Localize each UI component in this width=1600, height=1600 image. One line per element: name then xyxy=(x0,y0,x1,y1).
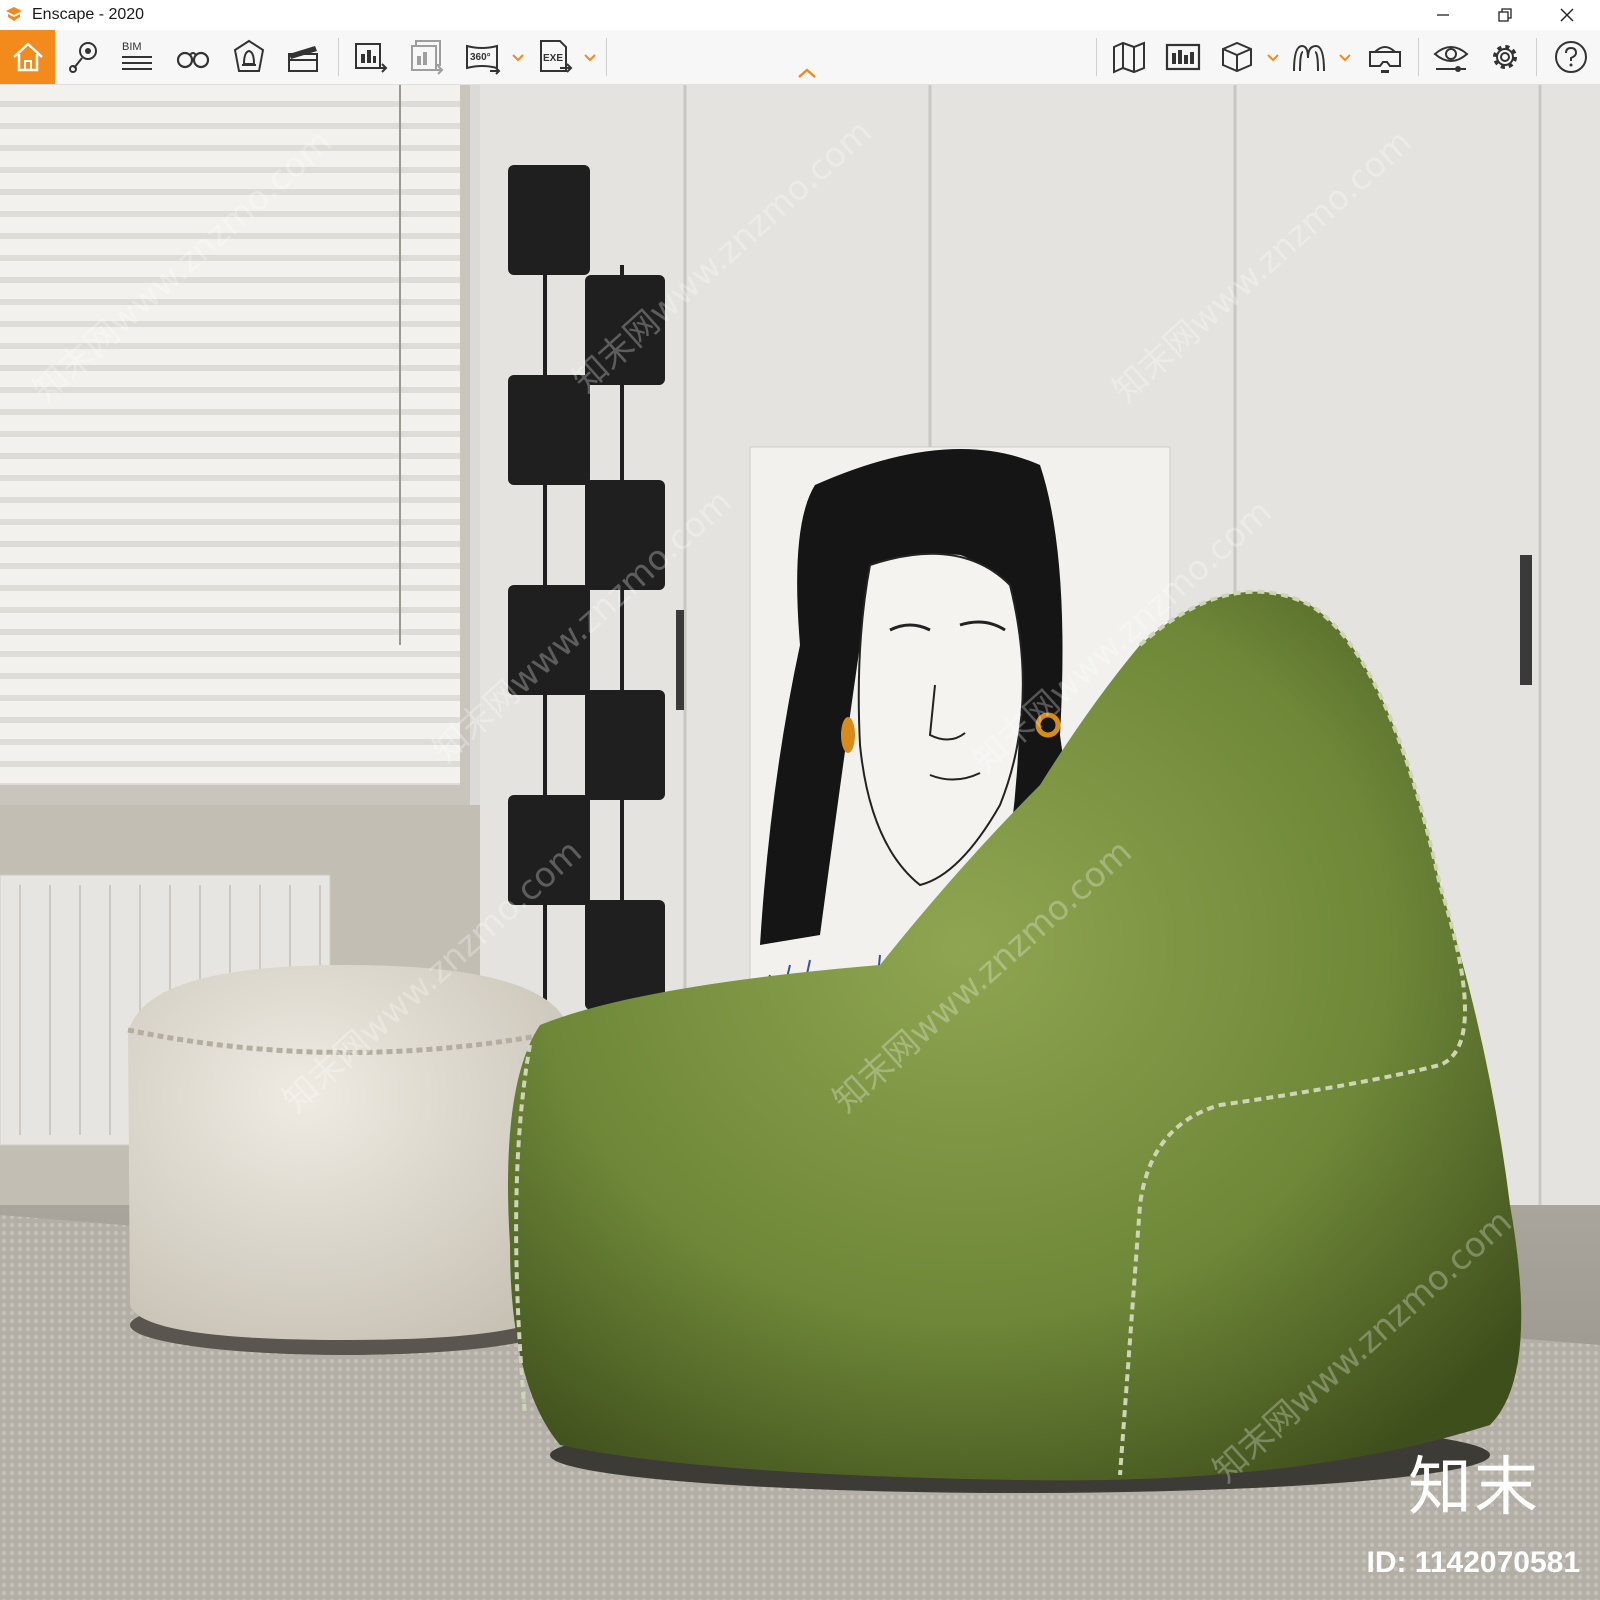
toolbar: BIM 360° EXE xyxy=(0,30,1600,85)
bim-button[interactable]: BIM xyxy=(114,34,160,80)
toolbar-separator xyxy=(338,38,339,76)
window-title: Enscape - 2020 xyxy=(32,6,145,23)
map-pin-icon xyxy=(69,42,97,73)
chevron-down-icon[interactable] xyxy=(1338,50,1352,64)
asset-library-icon xyxy=(1165,43,1201,71)
brand-watermark: 知末 xyxy=(1408,1451,1540,1525)
map-icon xyxy=(1113,41,1145,74)
look-around-button[interactable] xyxy=(170,34,216,80)
title-bar: Enscape - 2020 xyxy=(0,0,1600,30)
minimize-icon xyxy=(1437,14,1449,16)
image-id-label: ID: 1142070581 xyxy=(1366,1546,1580,1579)
svg-text:BIM: BIM xyxy=(122,41,142,53)
help-icon xyxy=(1555,41,1587,73)
material-editor-button[interactable] xyxy=(1214,34,1260,80)
gear-icon xyxy=(1493,45,1517,69)
views-button[interactable] xyxy=(60,34,106,80)
chevron-down-icon[interactable] xyxy=(1266,50,1280,64)
vr-headset-button[interactable] xyxy=(1362,34,1408,80)
close-icon xyxy=(1560,8,1574,22)
sketch-mode-button[interactable] xyxy=(1286,34,1332,80)
toolbar-separator xyxy=(606,38,607,76)
toolbar-separator xyxy=(1536,38,1537,76)
minimize-button[interactable] xyxy=(1418,0,1468,30)
help-button[interactable] xyxy=(1548,34,1594,80)
toolbar-separator xyxy=(1096,38,1097,76)
asset-library-button[interactable] xyxy=(1160,34,1206,80)
visual-settings-button[interactable] xyxy=(1428,34,1474,80)
toolbar-separator xyxy=(1418,38,1419,76)
svg-text:360°: 360° xyxy=(470,52,491,63)
eye-settings-icon xyxy=(1433,46,1469,72)
close-button[interactable] xyxy=(1542,0,1592,30)
home-button[interactable] xyxy=(0,30,55,84)
clapperboard-icon xyxy=(288,46,318,72)
chevron-up-icon[interactable] xyxy=(796,66,818,80)
batch-render-button[interactable] xyxy=(404,34,450,80)
panorama-icon: 360° xyxy=(466,44,501,75)
minimap-button[interactable] xyxy=(1106,34,1152,80)
general-settings-button[interactable] xyxy=(1482,34,1528,80)
render-export-icon xyxy=(355,43,388,73)
video-editor-button[interactable] xyxy=(280,34,326,80)
restore-button[interactable] xyxy=(1480,0,1530,30)
home-icon xyxy=(12,42,43,72)
export-button[interactable]: EXE xyxy=(532,34,578,80)
vr-headset-icon xyxy=(1369,46,1401,73)
bim-icon: BIM xyxy=(122,41,152,70)
render-viewport[interactable]: 知末网www.znzmo.com 知末网www.znzmo.com 知末网www… xyxy=(0,85,1600,1600)
chevron-down-icon[interactable] xyxy=(583,50,597,64)
batch-render-icon xyxy=(411,40,444,75)
shield-bell-icon xyxy=(233,39,265,72)
exe-export-icon: EXE xyxy=(540,40,573,73)
render-image-button[interactable] xyxy=(348,34,394,80)
enscape-logo-icon xyxy=(6,7,22,21)
binoculars-icon xyxy=(176,51,210,69)
restore-icon xyxy=(1498,8,1512,22)
sketch-icon xyxy=(1293,44,1325,72)
svg-text:EXE: EXE xyxy=(543,53,563,64)
chevron-down-icon[interactable] xyxy=(511,50,525,64)
atmosphere-button[interactable] xyxy=(226,34,272,80)
panorama-button[interactable]: 360° xyxy=(460,34,506,80)
cube-icon xyxy=(1222,41,1252,73)
